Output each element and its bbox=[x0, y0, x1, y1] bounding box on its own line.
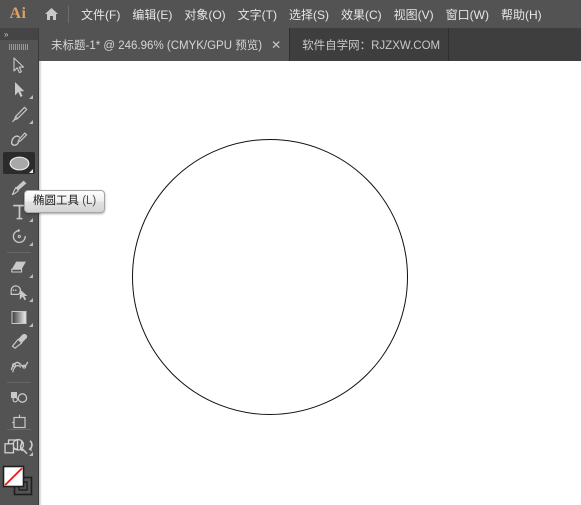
toolbar-divider-3 bbox=[7, 429, 31, 430]
chevron-double-right-icon: » bbox=[4, 29, 9, 39]
tab-bar-filler bbox=[449, 28, 581, 61]
menu-item-object[interactable]: 对象(O) bbox=[178, 2, 231, 27]
swatch-graphics bbox=[2, 465, 33, 496]
document-tab-watermark[interactable]: 软件自学网：RJZXW.COM bbox=[290, 28, 450, 61]
tool-selection[interactable] bbox=[0, 53, 38, 78]
shape-builder-icon bbox=[10, 285, 27, 300]
rotate-icon bbox=[12, 229, 26, 244]
menu-item-view[interactable]: 视图(V) bbox=[388, 2, 440, 27]
illustrator-window: Ai 文件(F) 编辑(E) 对象(O) 文字(T) 选择(S) 效果(C) 视… bbox=[0, 0, 581, 505]
tool-shape-builder[interactable] bbox=[0, 281, 38, 306]
toolbar-mode-row bbox=[0, 433, 38, 459]
toolbar-divider bbox=[7, 252, 31, 253]
document-tab-bar: 未标题-1* @ 246.96% (CMYK/GPU 预览) ✕ 软件自学网：R… bbox=[0, 28, 581, 61]
home-button[interactable] bbox=[36, 0, 66, 28]
menu-item-help[interactable]: 帮助(H) bbox=[495, 2, 548, 27]
pen-icon bbox=[11, 106, 27, 122]
tool-eraser[interactable] bbox=[0, 256, 38, 281]
ellipse-shape[interactable] bbox=[132, 139, 408, 415]
tool-blend[interactable] bbox=[0, 354, 38, 379]
close-icon[interactable]: ✕ bbox=[271, 39, 281, 51]
toolbar-drag-handle[interactable] bbox=[0, 40, 38, 53]
change-screen-mode-icon[interactable] bbox=[4, 438, 19, 454]
menu-item-effect[interactable]: 效果(C) bbox=[335, 2, 388, 27]
blend-ribbon-icon bbox=[10, 362, 28, 373]
flyout-indicator-icon bbox=[29, 168, 33, 173]
toolbar-expand-button[interactable]: » bbox=[0, 28, 38, 40]
tool-gradient[interactable] bbox=[0, 305, 38, 330]
flyout-indicator-icon bbox=[29, 217, 33, 222]
flyout-indicator-icon bbox=[29, 298, 33, 302]
arrow-cursor-icon bbox=[13, 57, 25, 73]
grip-dots-icon bbox=[9, 43, 29, 50]
tool-direct-selection[interactable] bbox=[0, 78, 38, 103]
toolbar-divider-2 bbox=[7, 381, 31, 383]
tool-pen[interactable] bbox=[0, 102, 38, 127]
document-tab-title-2: 软件自学网：RJZXW.COM bbox=[302, 39, 441, 52]
ai-logo: Ai bbox=[9, 5, 27, 22]
gradient-icon bbox=[11, 310, 27, 324]
flyout-indicator-icon bbox=[29, 95, 33, 99]
menu-item-type[interactable]: 文字(T) bbox=[232, 2, 283, 27]
eyedropper-icon bbox=[11, 334, 27, 350]
tools-panel: » bbox=[0, 28, 39, 505]
document-tab-active[interactable]: 未标题-1* @ 246.96% (CMYK/GPU 预览) ✕ bbox=[39, 28, 291, 61]
ellipse-icon bbox=[9, 156, 29, 171]
symbol-sprayer-icon bbox=[10, 392, 27, 404]
tooltip-label: 椭圆工具 bbox=[33, 195, 79, 207]
flyout-indicator-icon bbox=[29, 242, 33, 246]
menu-item-edit[interactable]: 编辑(E) bbox=[126, 2, 178, 27]
flyout-indicator-icon bbox=[29, 322, 33, 327]
direct-select-arrow-icon bbox=[14, 82, 24, 98]
tool-rotate[interactable] bbox=[0, 225, 38, 250]
home-icon bbox=[44, 8, 58, 20]
eraser-icon bbox=[11, 261, 26, 273]
flyout-indicator-icon bbox=[29, 273, 33, 278]
fill-stroke-swatches bbox=[0, 459, 38, 505]
document-tab-title: 未标题-1* @ 246.96% (CMYK/GPU 预览) bbox=[51, 39, 263, 52]
toolbar-bottom-section bbox=[0, 426, 38, 505]
tool-curvature[interactable] bbox=[0, 127, 38, 152]
menu-item-window[interactable]: 窗口(W) bbox=[440, 2, 495, 27]
swap-fill-stroke-icon[interactable] bbox=[19, 439, 34, 453]
menu-separator bbox=[68, 5, 69, 23]
tooltip-shortcut: (L) bbox=[82, 195, 97, 207]
flyout-indicator-icon bbox=[29, 119, 33, 124]
tool-symbol-sprayer[interactable] bbox=[0, 386, 38, 411]
menu-bar: Ai 文件(F) 编辑(E) 对象(O) 文字(T) 选择(S) 效果(C) 视… bbox=[0, 0, 581, 28]
tool-ellipse[interactable] bbox=[0, 151, 38, 176]
menu-item-file[interactable]: 文件(F) bbox=[75, 2, 126, 27]
tool-eyedropper[interactable] bbox=[0, 330, 38, 355]
artboard-canvas[interactable] bbox=[38, 61, 581, 505]
curvature-pen-icon bbox=[10, 132, 28, 146]
menu-item-select[interactable]: 选择(S) bbox=[283, 2, 335, 27]
tool-tooltip: 椭圆工具 (L) bbox=[24, 190, 106, 214]
